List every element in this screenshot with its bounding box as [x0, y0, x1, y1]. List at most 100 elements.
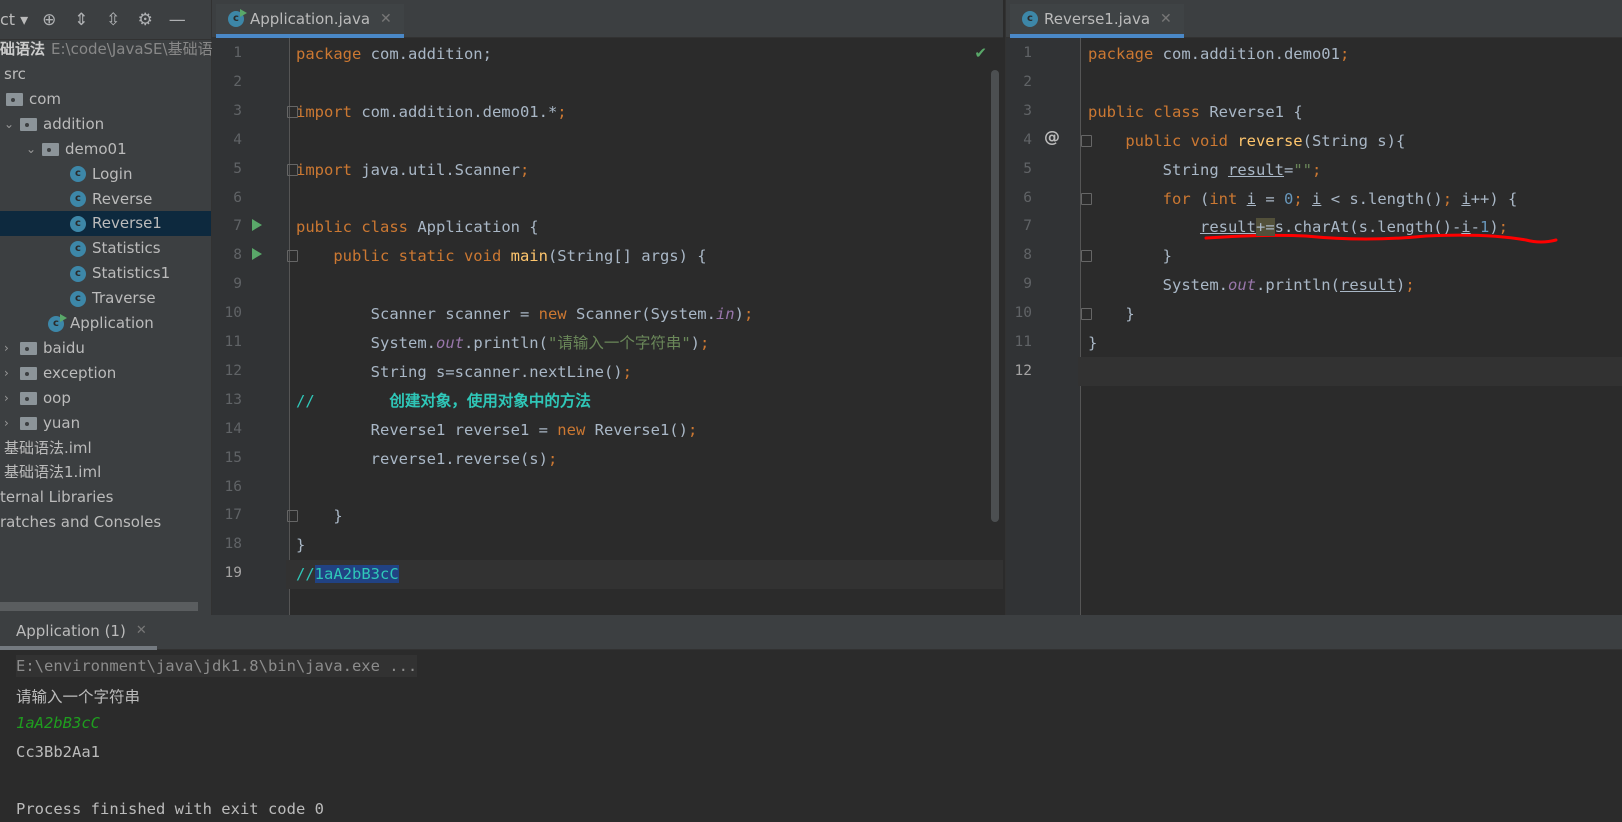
fold-marker-icon[interactable]	[287, 105, 298, 118]
tree-item[interactable]: › oop	[4, 386, 71, 411]
tree-item-label: Application	[70, 314, 154, 332]
tree-item[interactable]: c Application	[48, 311, 154, 336]
code-token: public class	[296, 218, 418, 237]
tree-item[interactable]: ternal Libraries	[0, 485, 113, 510]
line-number: 12	[1014, 362, 1032, 379]
code-token: i	[1246, 189, 1256, 208]
code-token: import	[296, 160, 362, 179]
tree-item[interactable]: ⌄ demo01	[26, 137, 127, 162]
code-line[interactable]: reverse1.reverse(s);	[296, 449, 558, 469]
tree-item[interactable]: c Statistics1	[70, 261, 170, 286]
fold-marker-icon[interactable]	[287, 250, 298, 263]
tree-item[interactable]: c Reverse1	[0, 211, 211, 237]
editor-scrollbar[interactable]	[991, 70, 999, 522]
code-token: public void	[1125, 131, 1238, 150]
editor-reverse1[interactable]: c Reverse1.java ✕ @ 1 package com.additio…	[1005, 0, 1622, 615]
minimize-icon[interactable]: —	[166, 10, 188, 30]
code-token: java.util.Scanner	[361, 160, 520, 179]
fold-marker-icon[interactable]	[1081, 308, 1092, 321]
line-number: 1	[233, 45, 242, 61]
chevron-right-icon[interactable]: ›	[4, 411, 20, 436]
tree-item-label: Reverse	[92, 189, 153, 208]
fold-marker-icon[interactable]	[287, 163, 298, 176]
code-line[interactable]: public class Reverse1 {	[1088, 102, 1303, 122]
code-line[interactable]: import java.util.Scanner;	[296, 160, 529, 180]
tree-item[interactable]: c Traverse	[70, 286, 156, 311]
code-line[interactable]: // 创建对象，使用对象中的方法	[296, 391, 591, 411]
tree-item[interactable]: ⌄ addition	[4, 112, 104, 137]
collapse-all-icon[interactable]: ⇳	[102, 10, 124, 30]
tree-item[interactable]: 基础语法1.iml	[4, 460, 101, 485]
run-console: Application (1) ✕ E:\environment\java\jd…	[0, 615, 1622, 822]
tree-item[interactable]: ratches and Consoles	[0, 510, 161, 535]
code-line[interactable]: public static void main(String[] args) {	[296, 246, 706, 266]
project-view-selector[interactable]: ct ▾	[0, 10, 28, 29]
tree-item-label: baidu	[43, 338, 85, 357]
code-line[interactable]: System.out.println("请输入一个字符串");	[296, 333, 710, 353]
locate-icon[interactable]: ⊕	[38, 10, 60, 30]
code-token: "请输入一个字符串"	[547, 334, 691, 352]
code-token: 0	[1284, 189, 1294, 208]
code-token: ;	[519, 160, 530, 179]
code-line[interactable]: result+=s.charAt(s.length()-i-1);	[1088, 217, 1508, 237]
code-line[interactable]: System.out.println(result);	[1088, 275, 1415, 295]
code-token: Scanner scanner =	[296, 305, 539, 324]
fold-marker-icon[interactable]	[1081, 192, 1092, 205]
code-line[interactable]: //1aA2bB3cC	[296, 564, 399, 584]
line-number: 16	[224, 478, 242, 495]
run-gutter-icon[interactable]	[252, 248, 262, 261]
tree-item[interactable]: c Login	[70, 162, 132, 187]
line-number: 12	[224, 362, 242, 379]
tree-item[interactable]: › baidu	[4, 336, 85, 361]
expand-all-icon[interactable]: ⇕	[70, 10, 92, 30]
code-line[interactable]: Reverse1 reverse1 = new Reverse1();	[296, 420, 698, 440]
editor-application[interactable]: c Application.java ✕ ✔ 1 package com.addi…	[212, 0, 1003, 615]
code-line[interactable]: }	[1088, 246, 1172, 266]
line-number: 2	[1023, 73, 1032, 90]
code-line[interactable]: }	[1088, 333, 1097, 353]
fold-marker-icon[interactable]	[1081, 250, 1092, 263]
tree-item[interactable]: com	[6, 87, 61, 112]
chevron-down-icon[interactable]: ⌄	[26, 137, 42, 162]
chevron-right-icon[interactable]: ›	[4, 386, 20, 411]
gear-icon[interactable]: ⚙	[134, 10, 156, 30]
code-token: )	[734, 305, 744, 324]
chevron-right-icon[interactable]: ›	[4, 361, 20, 386]
chevron-down-icon[interactable]: ⌄	[4, 112, 20, 137]
code-token: for	[1162, 189, 1200, 208]
code-line[interactable]: import com.addition.demo01.*;	[296, 102, 567, 122]
code-line[interactable]: }	[296, 506, 342, 526]
code-line[interactable]: String result="";	[1088, 160, 1322, 180]
line-number: 3	[1023, 102, 1032, 119]
fold-marker-icon[interactable]	[1081, 134, 1092, 147]
run-gutter-icon[interactable]	[252, 219, 262, 232]
tree-item-label: ternal Libraries	[0, 488, 114, 507]
code-line[interactable]: for (int i = 0; i < s.length(); i++) {	[1088, 189, 1518, 209]
tree-item[interactable]: src	[4, 62, 26, 87]
tree-item[interactable]: c Statistics	[70, 236, 161, 261]
tree-item[interactable]: 基础语法.iml	[4, 436, 92, 461]
code-line[interactable]: public class Application {	[296, 217, 539, 237]
tree-item[interactable]: › exception	[4, 361, 116, 386]
code-line[interactable]: }	[296, 535, 305, 555]
fold-marker-icon[interactable]	[287, 510, 298, 523]
project-path: E:\code\JavaSE\基础语法	[51, 40, 228, 58]
close-icon[interactable]: ✕	[380, 11, 392, 27]
line-number: 4	[1023, 131, 1032, 148]
code-line[interactable]: package com.addition;	[296, 44, 492, 64]
code-line[interactable]: package com.addition.demo01;	[1088, 44, 1349, 64]
code-line[interactable]: public void reverse(String s){	[1088, 131, 1405, 151]
code-line[interactable]: String s=scanner.nextLine();	[296, 362, 632, 382]
tree-item[interactable]: › yuan	[4, 411, 80, 436]
code-line[interactable]: }	[1088, 304, 1134, 324]
project-root[interactable]: 础语法 E:\code\JavaSE\基础语法	[0, 37, 228, 62]
tree-item[interactable]: c Reverse	[70, 187, 152, 212]
tab-run-application[interactable]: Application (1) ✕	[0, 615, 157, 650]
code-line[interactable]: Scanner scanner = new Scanner(System.in)…	[296, 304, 754, 324]
code-token: ""	[1293, 160, 1312, 179]
sidebar-scrollbar[interactable]	[0, 602, 198, 611]
package-folder-icon	[20, 391, 37, 405]
chevron-right-icon[interactable]: ›	[4, 336, 20, 361]
tab-application-java[interactable]: c Application.java ✕	[216, 4, 404, 38]
close-icon[interactable]: ✕	[136, 623, 147, 638]
